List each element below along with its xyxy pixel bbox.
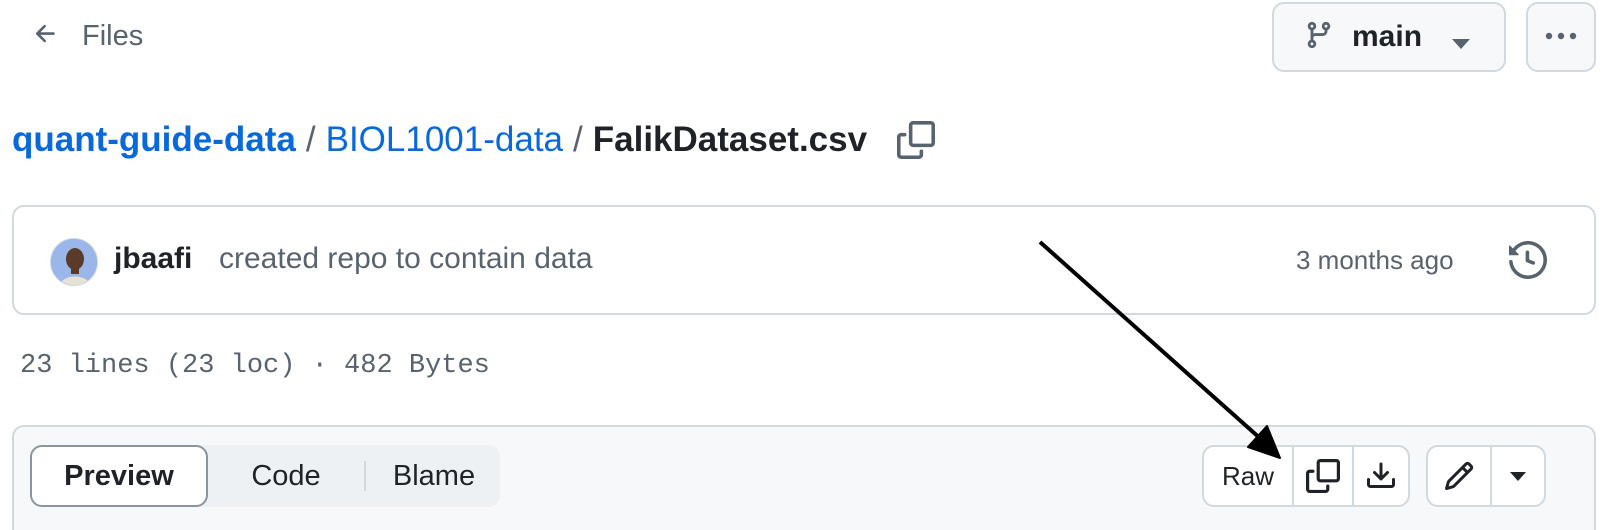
back-to-files-link[interactable]: Files	[32, 14, 143, 58]
branch-selector-button[interactable]: main	[1272, 2, 1506, 72]
breadcrumb-separator: /	[573, 120, 583, 159]
more-options-button[interactable]	[1526, 2, 1596, 72]
edit-actions-group	[1426, 445, 1546, 507]
breadcrumb-separator: /	[305, 120, 316, 159]
tab-preview[interactable]: Preview	[30, 445, 208, 507]
file-toolbar: Preview Code Blame Raw	[12, 425, 1596, 530]
file-info: 23 lines (23 loc) · 482 Bytes	[20, 351, 490, 381]
back-link-label: Files	[82, 19, 144, 52]
copy-icon	[897, 121, 936, 159]
git-branch-icon	[1304, 20, 1334, 55]
raw-button-label: Raw	[1221, 460, 1274, 491]
chevron-down-icon	[1452, 36, 1470, 54]
commit-author[interactable]: jbaafi	[114, 242, 192, 276]
avatar[interactable]	[50, 238, 98, 286]
kebab-horizontal-icon	[1544, 28, 1578, 46]
breadcrumb-repo-link[interactable]: quant-guide-data	[12, 120, 296, 160]
raw-actions-group: Raw	[1202, 445, 1410, 507]
commit-time: 3 months ago	[1296, 245, 1454, 275]
raw-button[interactable]: Raw	[1204, 447, 1292, 505]
edit-menu-button[interactable]	[1490, 447, 1544, 505]
download-icon	[1367, 462, 1395, 488]
breadcrumb-folder-link[interactable]: BIOL1001-data	[326, 120, 563, 160]
tab-blame[interactable]: Blame	[374, 445, 494, 507]
pencil-icon	[1444, 461, 1474, 491]
download-raw-button[interactable]	[1352, 447, 1408, 505]
tab-code[interactable]: Code	[222, 445, 350, 507]
copy-raw-button[interactable]	[1292, 447, 1352, 505]
tab-divider	[364, 461, 366, 491]
edit-file-button[interactable]	[1428, 447, 1490, 505]
commit-message[interactable]: created repo to contain data	[219, 242, 593, 276]
copy-icon	[1306, 459, 1340, 493]
copy-path-button[interactable]	[897, 121, 936, 159]
history-icon[interactable]	[1509, 240, 1548, 284]
view-tabs: Preview Code Blame	[30, 445, 500, 507]
breadcrumb: quant-guide-data / BIOL1001-data / Falik…	[12, 114, 936, 166]
branch-name: main	[1352, 20, 1423, 53]
latest-commit-box: jbaafi created repo to contain data 3 mo…	[12, 205, 1596, 315]
arrow-left-icon	[32, 20, 60, 53]
breadcrumb-current-file: FalikDataset.csv	[592, 120, 868, 159]
triangle-down-icon	[1510, 471, 1526, 481]
